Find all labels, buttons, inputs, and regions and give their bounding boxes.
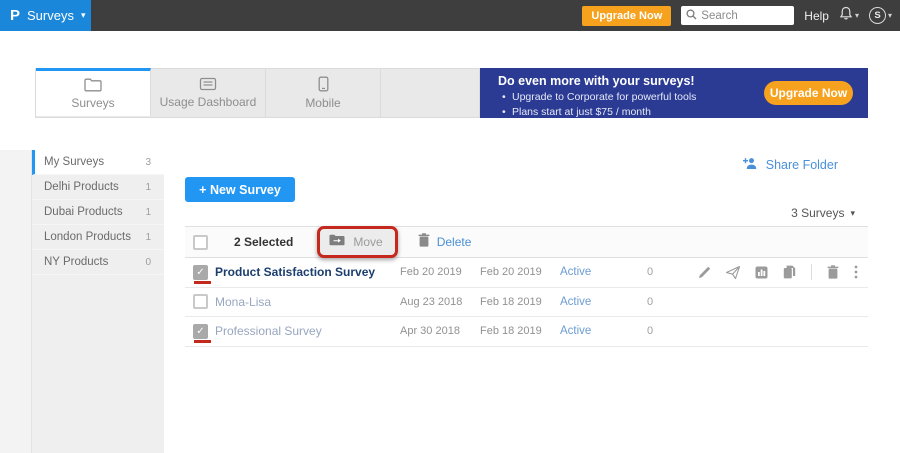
send-icon[interactable] (726, 266, 740, 279)
top-bar: P Surveys ▾ Upgrade Now Help ▾ S ▾ (0, 0, 900, 31)
notifications-menu[interactable]: ▾ (839, 6, 859, 26)
status-link[interactable]: Active (560, 266, 635, 278)
folder-count: 3 (145, 157, 151, 168)
folder-count: 1 (145, 207, 151, 218)
created-date: Aug 23 2018 (400, 296, 480, 308)
search-input[interactable] (701, 10, 785, 22)
folder-label: My Surveys (44, 156, 104, 168)
tab-label: Usage Dashboard (160, 95, 257, 109)
modified-date: Feb 18 2019 (480, 325, 560, 337)
app-tabs: Surveys Usage Dashboard Mobile (35, 68, 480, 118)
survey-name-link[interactable]: Mona-Lisa (215, 295, 400, 309)
sidebar-item-london-products[interactable]: London Products 1 (32, 225, 164, 250)
brand-logo: P (10, 7, 20, 24)
row-actions (665, 264, 868, 280)
folder-icon (84, 78, 102, 92)
status-link[interactable]: Active (560, 325, 635, 337)
row-checkbox[interactable]: ✓ (193, 265, 208, 280)
folder-count: 0 (145, 257, 151, 268)
annotation-red-underline (194, 340, 211, 343)
row-checkbox[interactable]: ✓ (193, 324, 208, 339)
mobile-icon (318, 76, 329, 92)
folder-label: Dubai Products (44, 206, 123, 218)
created-date: Apr 30 2018 (400, 325, 480, 337)
tab-surveys[interactable]: Surveys (36, 68, 151, 116)
responses-count: 0 (635, 325, 665, 337)
sidebar-item-dubai-products[interactable]: Dubai Products 1 (32, 200, 164, 225)
sidebar-item-ny-products[interactable]: NY Products 0 (32, 250, 164, 275)
chevron-down-icon: ▾ (855, 11, 859, 20)
survey-name-link[interactable]: Professional Survey (215, 324, 400, 338)
share-folder-label: Share Folder (766, 158, 838, 172)
product-switcher[interactable]: P Surveys ▾ (0, 0, 91, 31)
surveys-table: 2 Selected Move Delete ✓ Product Satisfa… (185, 226, 868, 347)
responses-count: 0 (635, 266, 665, 278)
new-survey-button[interactable]: + New Survey (185, 177, 295, 202)
folder-count: 1 (145, 232, 151, 243)
move-button-label: Move (353, 235, 382, 249)
table-row: ✓ Professional Survey Apr 30 2018 Feb 18… (185, 317, 868, 347)
edit-pencil-icon[interactable] (698, 266, 711, 279)
table-row: Mona-Lisa Aug 23 2018 Feb 18 2019 Active… (185, 288, 868, 318)
duplicate-icon[interactable] (783, 265, 796, 279)
move-folder-icon (329, 233, 345, 251)
bulk-actions-bar: 2 Selected Move Delete (185, 226, 868, 258)
bell-icon (839, 6, 853, 26)
tab-usage-dashboard[interactable]: Usage Dashboard (151, 69, 266, 117)
upgrade-now-button[interactable]: Upgrade Now (582, 6, 671, 26)
annotation-red-underline (194, 281, 211, 284)
product-name: Surveys (27, 8, 74, 23)
help-link[interactable]: Help (804, 9, 829, 23)
promo-banner: Do even more with your surveys! Upgrade … (480, 68, 868, 118)
chevron-down-icon: ▾ (888, 11, 892, 20)
survey-name-link[interactable]: Product Satisfaction Survey (215, 265, 400, 279)
tab-label: Surveys (71, 96, 114, 110)
folder-label: Delhi Products (44, 181, 119, 193)
banner-bullet: Plans start at just $75 / month (498, 105, 868, 120)
share-person-plus-icon (742, 157, 759, 173)
tab-label: Mobile (305, 96, 340, 110)
created-date: Feb 20 2019 (400, 266, 480, 278)
modified-date: Feb 18 2019 (480, 296, 560, 308)
responses-count: 0 (635, 296, 665, 308)
surveys-count-label: 3 Surveys (791, 206, 844, 220)
trash-icon (418, 233, 430, 252)
account-menu[interactable]: S ▾ (869, 7, 892, 24)
chevron-down-icon: ▾ (81, 11, 86, 20)
reports-chart-icon[interactable] (755, 266, 768, 279)
folders-sidebar: My Surveys 3 Delhi Products 1 Dubai Prod… (32, 150, 164, 453)
selected-count-label: 2 Selected (234, 235, 293, 249)
select-all-checkbox[interactable] (193, 235, 208, 250)
kebab-menu-icon[interactable] (854, 265, 858, 279)
avatar: S (869, 7, 886, 24)
share-folder-link[interactable]: Share Folder (742, 157, 838, 173)
delete-button[interactable]: Delete (418, 233, 472, 252)
status-link[interactable]: Active (560, 296, 635, 308)
modified-date: Feb 20 2019 (480, 266, 560, 278)
search-box[interactable] (681, 6, 794, 25)
search-icon (686, 7, 697, 25)
folder-label: London Products (44, 231, 131, 243)
dashboard-icon (199, 77, 217, 91)
trash-icon[interactable] (827, 265, 839, 279)
delete-button-label: Delete (437, 235, 472, 249)
row-checkbox[interactable] (193, 294, 208, 309)
tab-mobile[interactable]: Mobile (266, 69, 381, 117)
sidebar-item-delhi-products[interactable]: Delhi Products 1 (32, 175, 164, 200)
upgrade-now-banner-button[interactable]: Upgrade Now (764, 81, 853, 105)
folder-count: 1 (145, 182, 151, 193)
sidebar-item-my-surveys[interactable]: My Surveys 3 (32, 150, 164, 175)
folder-label: NY Products (44, 256, 108, 268)
left-gutter (0, 150, 32, 453)
move-button-highlighted[interactable]: Move (317, 226, 397, 258)
surveys-count-dropdown[interactable]: 3 Surveys ▾ (791, 206, 855, 220)
table-row: ✓ Product Satisfaction Survey Feb 20 201… (185, 258, 868, 288)
divider (811, 264, 812, 280)
chevron-down-icon: ▾ (850, 208, 855, 219)
